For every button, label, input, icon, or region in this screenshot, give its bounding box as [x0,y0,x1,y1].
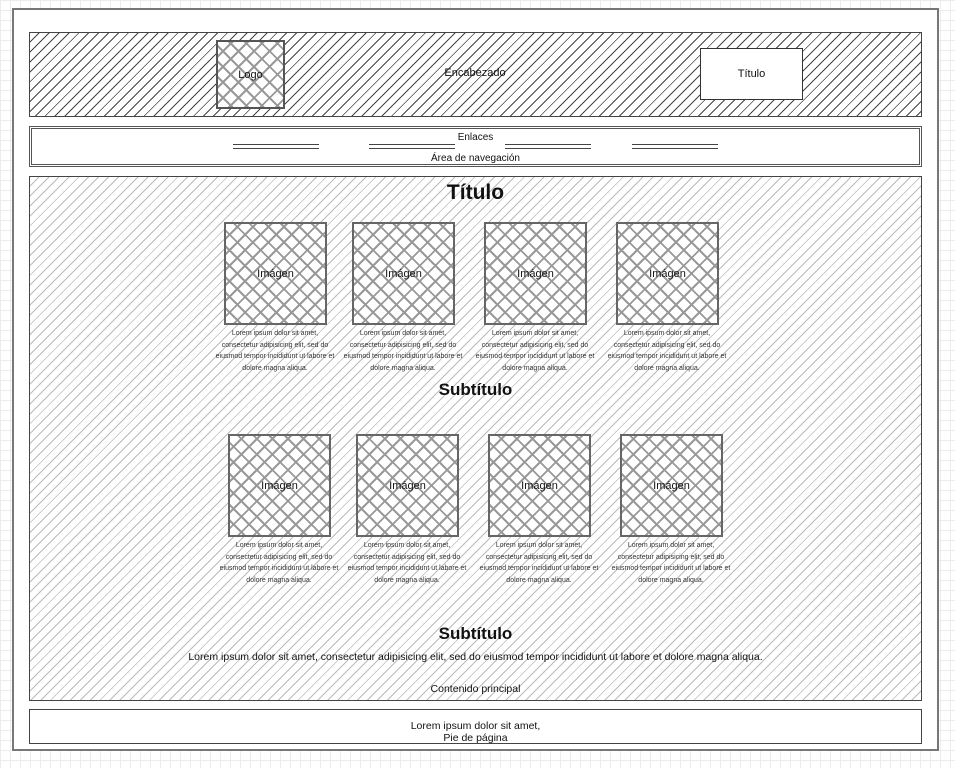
nav-area-label: Área de navegación [431,153,520,164]
header-label: Encabezado [444,67,506,79]
image-caption: Lorem ipsum dolor sit amet, consectetur … [479,542,599,584]
image-label: Imágen [389,479,426,492]
nav-link[interactable] [233,144,319,149]
image-placeholder: Imágen [352,222,455,325]
image-placeholder: Imágen [484,222,587,325]
image-placeholder: Imágen [224,222,327,325]
header-title-box: Título [700,48,803,100]
image-label: Imágen [649,267,686,280]
footer-label: Pie de página [443,732,508,744]
image-placeholder: Imágen [620,434,723,537]
main-content-label: Contenido principal [430,683,521,695]
image-placeholder: Imágen [356,434,459,537]
subtitle-1: Subtítulo [438,380,513,399]
nav-link[interactable] [505,144,591,149]
image-caption: Lorem ipsum dolor sit amet, consectetur … [347,542,467,584]
logo-placeholder: Logo [216,40,285,109]
image-caption: Lorem ipsum dolor sit amet, consectetur … [343,330,463,372]
image-label: Imágen [385,267,422,280]
image-label: Imágen [517,267,554,280]
header-title: Título [737,68,766,80]
nav-link[interactable] [369,144,455,149]
main-title: Título [446,181,505,204]
image-label: Imágen [261,479,298,492]
footer-text: Lorem ipsum dolor sit amet, [410,720,541,732]
image-caption: Lorem ipsum dolor sit amet, consectetur … [475,330,595,372]
nav-links-label: Enlaces [457,132,494,143]
main-paragraph: Lorem ipsum dolor sit amet, consectetur … [188,651,763,663]
nav-link[interactable] [632,144,718,149]
image-caption: Lorem ipsum dolor sit amet, consectetur … [219,542,339,584]
footer-area: Lorem ipsum dolor sit amet, Pie de págin… [29,709,922,744]
image-caption: Lorem ipsum dolor sit amet, consectetur … [607,330,727,372]
image-placeholder: Imágen [488,434,591,537]
image-caption: Lorem ipsum dolor sit amet, consectetur … [215,330,335,372]
subtitle-2: Subtítulo [438,624,513,643]
image-label: Imágen [257,267,294,280]
image-label: Imágen [521,479,558,492]
image-caption: Lorem ipsum dolor sit amet, consectetur … [611,542,731,584]
image-placeholder: Imágen [228,434,331,537]
main-content-area [29,176,922,701]
logo-label: Logo [238,68,263,81]
image-placeholder: Imágen [616,222,719,325]
image-label: Imágen [653,479,690,492]
